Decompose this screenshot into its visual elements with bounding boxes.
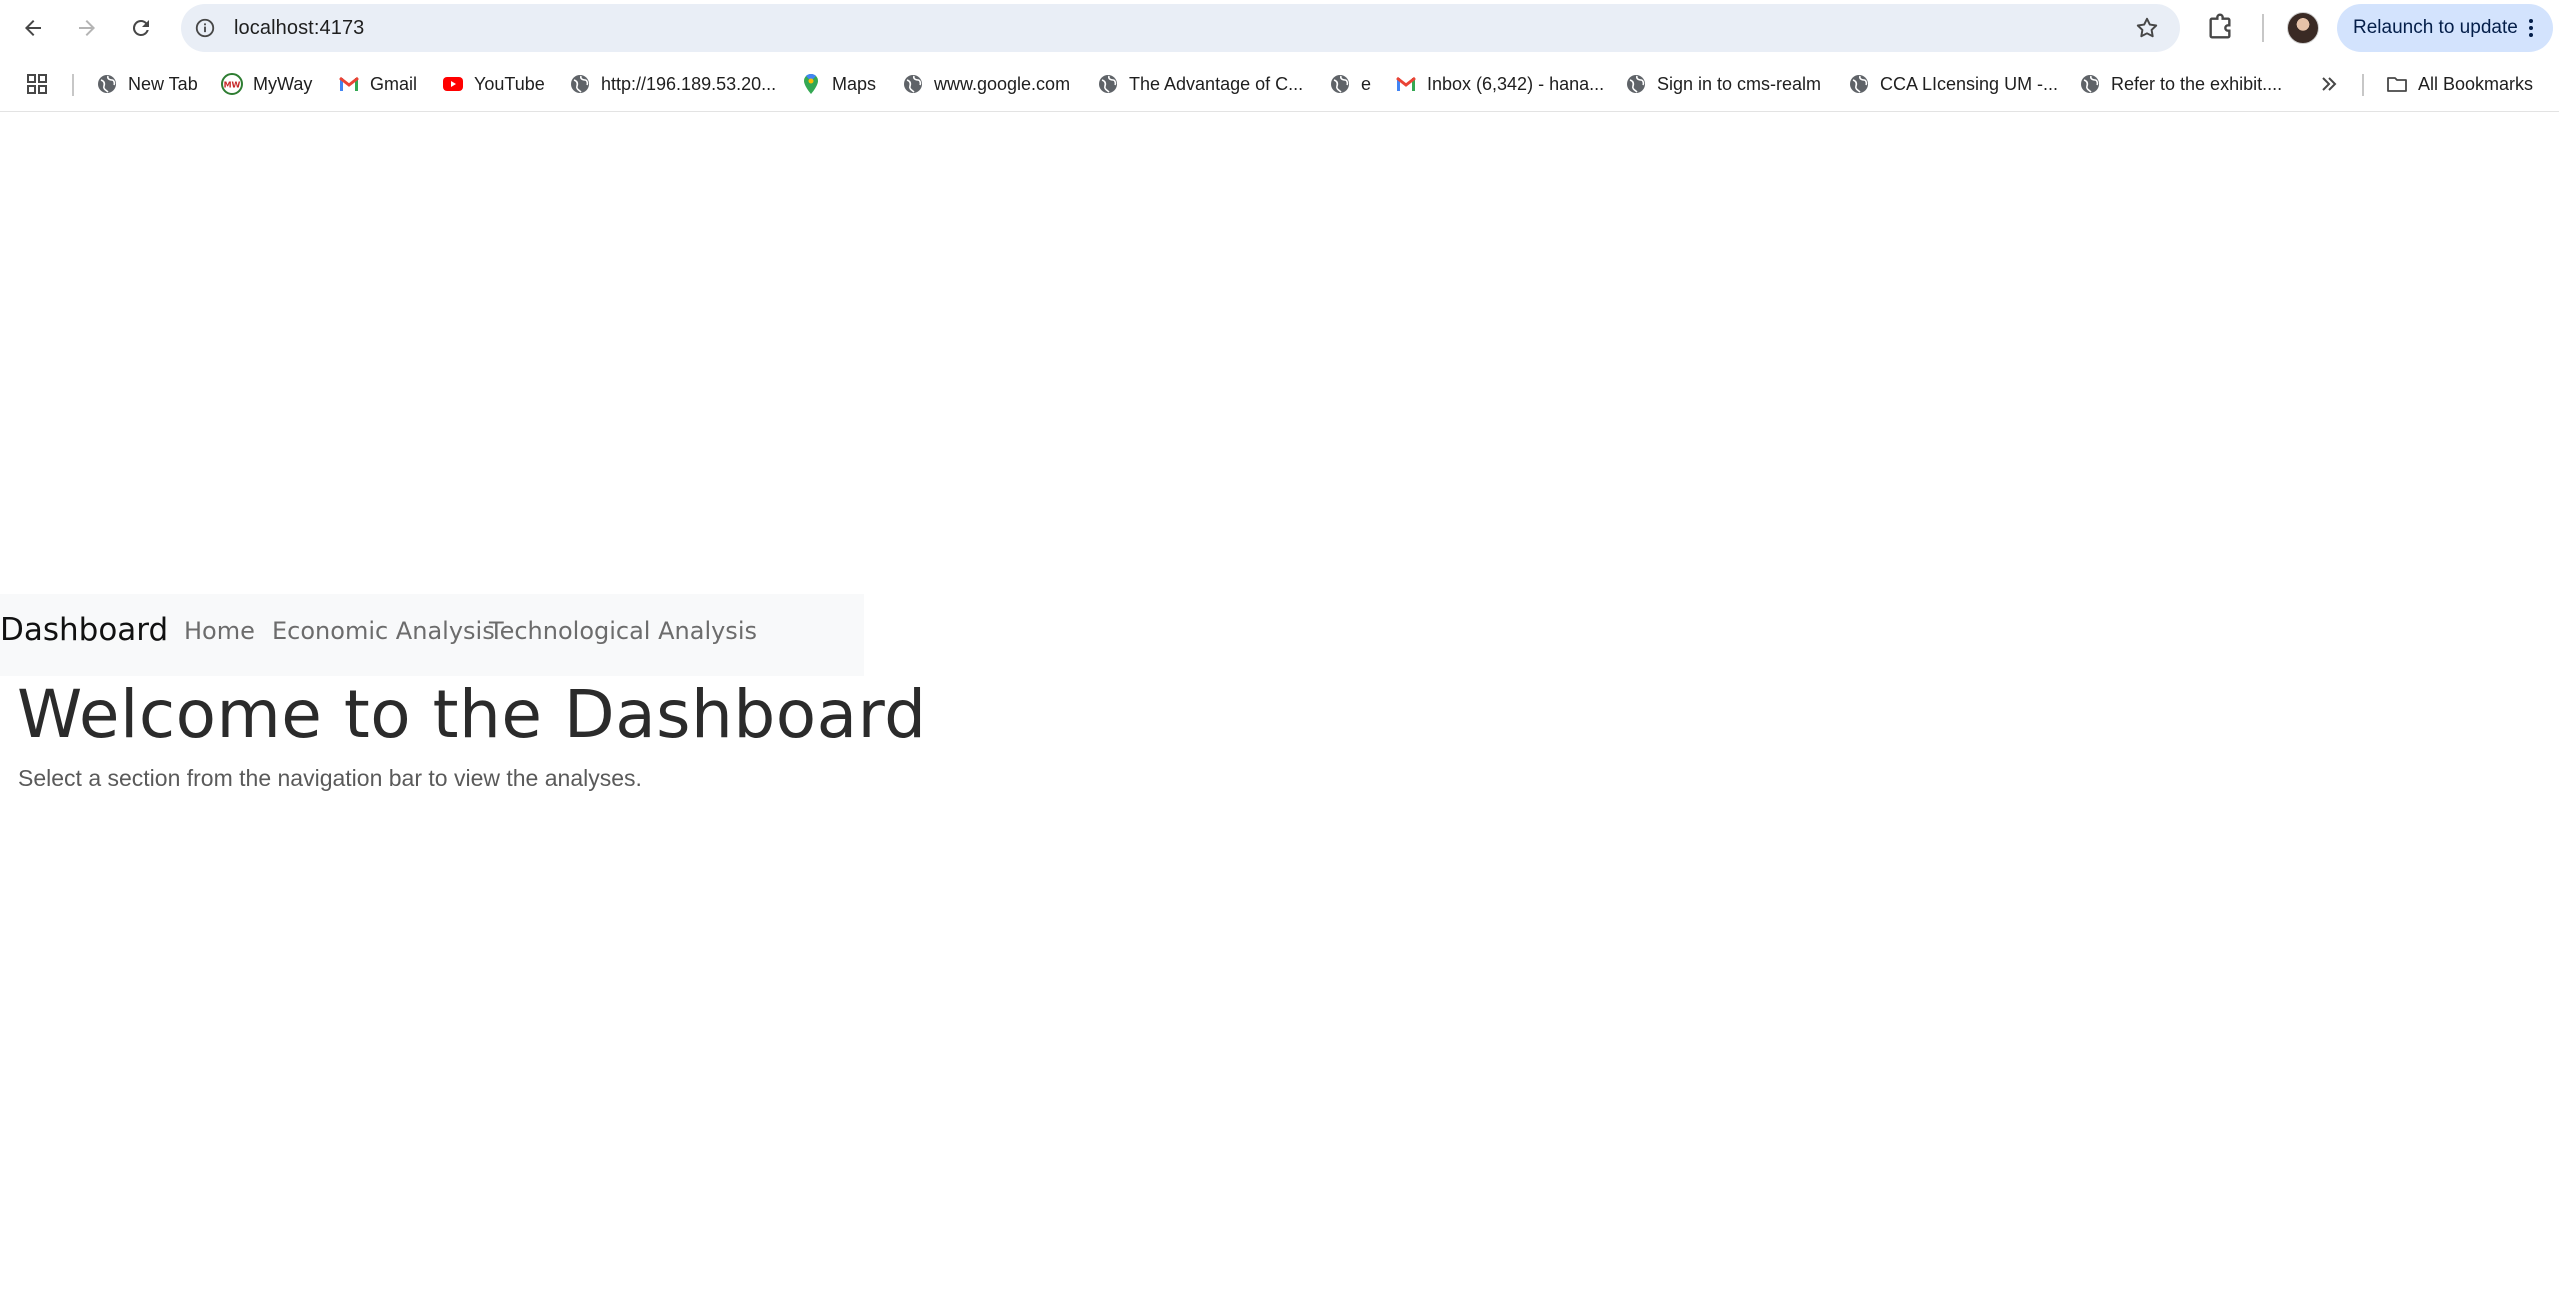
bookmark-label: e: [1361, 73, 1372, 94]
bookmark-inbox[interactable]: Inbox (6,342) - hana...: [1395, 66, 1604, 102]
bookmark-cca-licensing[interactable]: CCA LIcensing UM -...: [1848, 66, 2058, 102]
myway-icon: MW: [221, 73, 243, 95]
globe-icon: [1625, 73, 1647, 95]
nav-link-home[interactable]: Home: [184, 617, 255, 645]
site-info-icon[interactable]: [193, 16, 217, 40]
relaunch-label: Relaunch to update: [2353, 17, 2518, 38]
gmail-icon: [1395, 73, 1417, 95]
profile-avatar[interactable]: [2287, 12, 2319, 44]
apps-button[interactable]: [26, 66, 48, 102]
bookmark-e[interactable]: e: [1329, 66, 1371, 102]
back-button[interactable]: [13, 8, 53, 48]
arrow-right-icon: [79, 20, 95, 36]
nav-link-technological-analysis[interactable]: Technological Analysis: [489, 617, 757, 645]
bookmark-google[interactable]: www.google.com: [902, 66, 1070, 102]
relaunch-button[interactable]: Relaunch to update: [2337, 4, 2553, 52]
bookmark-cms-realm[interactable]: Sign in to cms-realm: [1625, 66, 1821, 102]
bookmark-label: YouTube: [474, 73, 545, 94]
page-subtitle: Select a section from the navigation bar…: [18, 765, 642, 791]
globe-icon: [1848, 73, 1870, 95]
bookmark-maps[interactable]: Maps: [800, 66, 876, 102]
bookmark-star-icon[interactable]: [2134, 15, 2160, 41]
globe-icon: [902, 73, 924, 95]
toolbar-divider: [2262, 14, 2264, 42]
globe-icon: [1097, 73, 1119, 95]
apps-grid-icon: [26, 73, 48, 95]
all-bookmarks-label: All Bookmarks: [2418, 73, 2534, 94]
reload-icon: [132, 19, 149, 36]
bookmark-label: New Tab: [128, 73, 198, 94]
page-title: Welcome to the Dashboard: [17, 676, 927, 753]
bookmark-label: Gmail: [370, 73, 418, 94]
bookmark-label: CCA LIcensing UM -...: [1880, 73, 2059, 94]
url-text[interactable]: localhost:4173: [234, 17, 364, 40]
gmail-icon: [338, 73, 360, 95]
all-bookmarks-button[interactable]: All Bookmarks: [2386, 66, 2533, 102]
more-bookmarks-button[interactable]: [2318, 66, 2340, 102]
bookmark-label: http://196.189.53.20...: [601, 73, 777, 94]
extensions-icon[interactable]: [2204, 12, 2236, 44]
bookmark-refer-exhibit[interactable]: Refer to the exhibit....: [2079, 66, 2282, 102]
globe-icon: [569, 73, 591, 95]
address-bar[interactable]: localhost:4173: [181, 4, 2180, 52]
arrow-left-icon: [25, 20, 41, 36]
globe-icon: [2079, 73, 2101, 95]
maps-icon: [800, 73, 822, 95]
reload-button[interactable]: [121, 8, 161, 48]
browser-toolbar: localhost:4173 Relaunch to update: [0, 0, 2559, 56]
bookmark-ip-address[interactable]: http://196.189.53.20...: [569, 66, 776, 102]
chevron-double-right-icon: [2318, 73, 2340, 95]
bookmark-label: The Advantage of C...: [1129, 73, 1304, 94]
bookmark-advantage[interactable]: The Advantage of C...: [1097, 66, 1303, 102]
globe-icon: [1329, 73, 1351, 95]
bookmark-label: Refer to the exhibit....: [2111, 73, 2283, 94]
more-vertical-icon[interactable]: [2519, 16, 2543, 40]
dashboard-navbar: Dashboard Home Economic Analysis Technol…: [0, 594, 864, 676]
bookmark-label: www.google.com: [934, 73, 1071, 94]
youtube-icon: [442, 73, 464, 95]
globe-icon: [96, 73, 118, 95]
bookmark-label: Sign in to cms-realm: [1657, 73, 1822, 94]
bookmarks-divider: [72, 74, 74, 96]
folder-icon: [2386, 73, 2408, 95]
bookmark-label: MyWay: [253, 73, 313, 94]
navbar-brand[interactable]: Dashboard: [0, 612, 168, 648]
bookmarks-bar: New Tab MW MyWay Gmail YouTube http://19…: [0, 56, 2559, 112]
bookmark-new-tab[interactable]: New Tab: [96, 66, 198, 102]
bookmarks-divider: [2362, 74, 2364, 96]
bookmark-label: Inbox (6,342) - hana...: [1427, 73, 1605, 94]
bookmark-label: Maps: [832, 73, 877, 94]
bookmark-youtube[interactable]: YouTube: [442, 66, 545, 102]
bookmark-gmail[interactable]: Gmail: [338, 66, 417, 102]
forward-button[interactable]: [67, 8, 107, 48]
svg-text:MW: MW: [224, 81, 241, 90]
nav-link-economic-analysis[interactable]: Economic Analysis: [272, 617, 495, 645]
bookmark-myway[interactable]: MW MyWay: [221, 66, 312, 102]
